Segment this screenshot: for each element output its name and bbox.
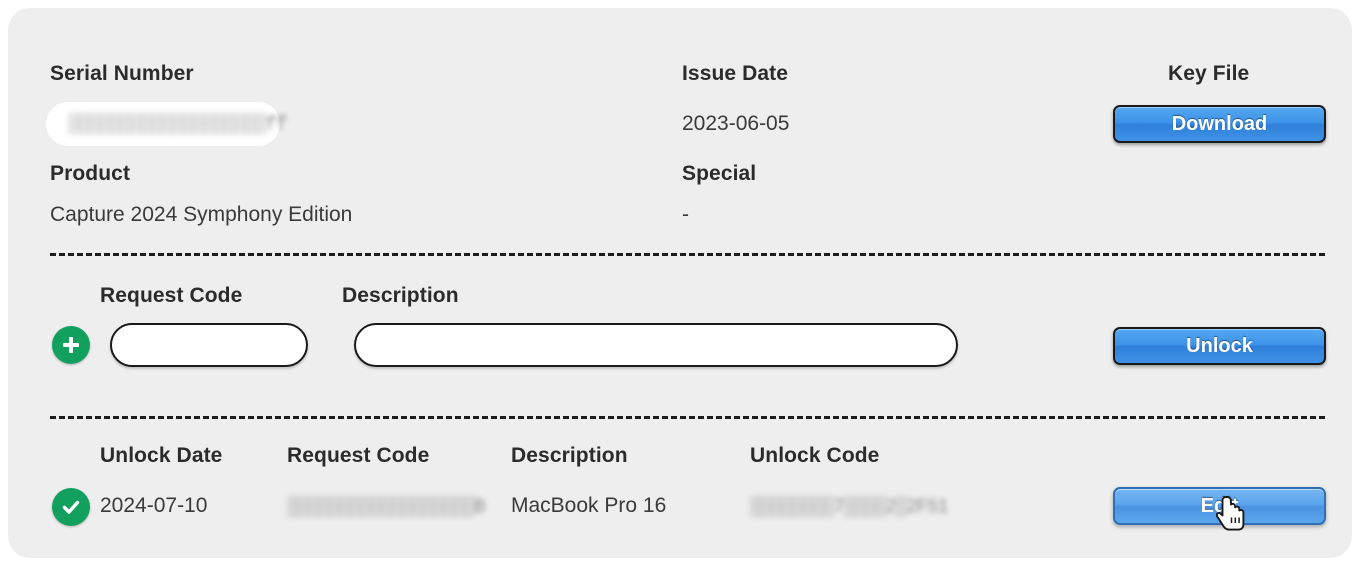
cell-unlock-code: ▒▒▒▒▒▒▒▒7▒▒▒▒2▒2F51 [750,496,949,518]
unlock-button[interactable]: Unlock [1113,327,1326,365]
plus-icon [63,337,79,353]
issue-date-label: Issue Date [682,62,789,85]
status-badge [52,488,90,526]
serial-number-value: ▒▒▒▒▒▒▒▒▒▒▒▒▒▒▒▒▒▒▒ff [68,113,287,135]
divider-top [50,253,1325,256]
serial-number-label: Serial Number [50,62,194,85]
column-header-unlock-date: Unlock Date [100,444,223,467]
description-label: Description [342,284,459,307]
app-root: Serial Number Issue Date Key File ▒▒▒▒▒▒… [0,0,1368,588]
add-row-button[interactable] [52,326,90,364]
special-value: - [682,203,689,226]
column-header-request-code: Request Code [287,444,430,467]
column-header-description: Description [511,444,628,467]
product-label: Product [50,162,131,185]
edit-button[interactable]: Edit [1113,487,1326,525]
key-file-label: Key File [1168,62,1250,85]
product-value: Capture 2024 Symphony Edition [50,203,353,226]
request-code-input[interactable] [110,323,308,367]
download-button[interactable]: Download [1113,105,1326,143]
cell-request-code: ▒▒▒▒▒▒▒▒▒▒▒▒▒▒▒▒▒▒B [287,496,486,518]
cell-unlock-date: 2024-07-10 [100,494,208,517]
request-code-label: Request Code [100,284,243,307]
description-input[interactable] [354,323,958,367]
check-circle-icon [62,500,80,514]
special-label: Special [682,162,757,185]
serial-number-field[interactable]: ▒▒▒▒▒▒▒▒▒▒▒▒▒▒▒▒▒▒▒ff [46,102,287,146]
issue-date-value: 2023-06-05 [682,112,790,135]
divider-bottom [50,416,1325,419]
license-card: Serial Number Issue Date Key File ▒▒▒▒▒▒… [8,8,1352,558]
cell-description: MacBook Pro 16 [511,494,667,517]
column-header-unlock-code: Unlock Code [750,444,880,467]
